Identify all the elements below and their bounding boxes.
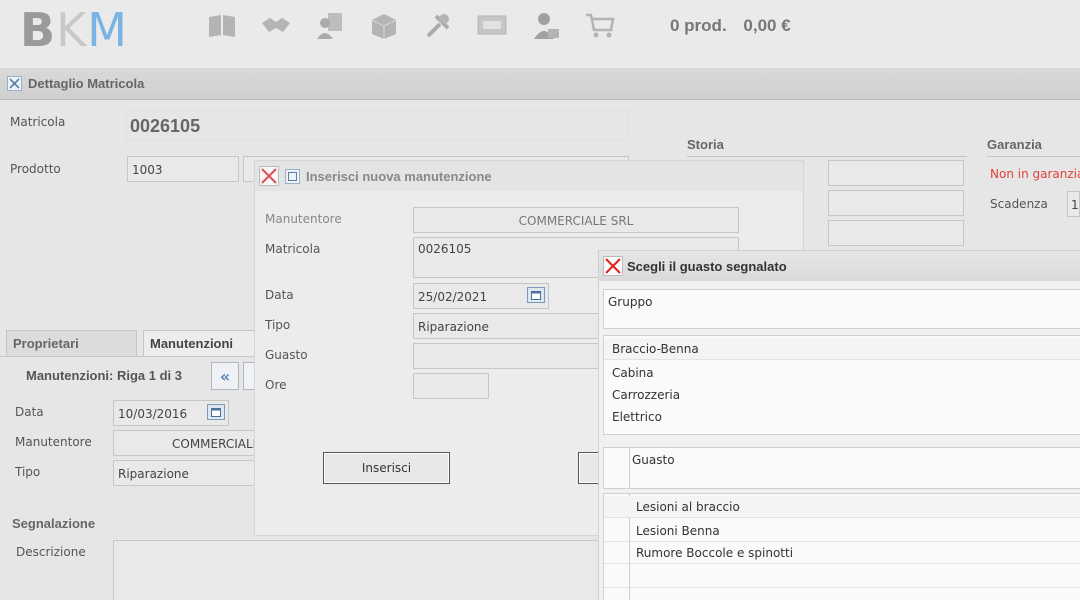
tipo-label: Tipo	[15, 465, 41, 479]
prodotto-label: Prodotto	[10, 162, 61, 176]
d-tipo-field[interactable]: Riparazione	[413, 313, 613, 339]
app-header: BKM 0 prod. 0,00 €	[0, 0, 1080, 68]
storia-field-3[interactable]	[828, 220, 964, 246]
new-maintenance-title: Inserisci nuova manutenzione	[306, 168, 492, 184]
tab-proprietari[interactable]: Proprietari	[6, 330, 137, 356]
cart-icon[interactable]	[584, 10, 616, 42]
tab-divider	[0, 356, 260, 357]
handshake-icon[interactable]	[260, 10, 292, 42]
matricola-label: Matricola	[10, 115, 66, 129]
guasto-item[interactable]: Rumore Boccole e spinotti	[604, 542, 1080, 564]
matricola-display	[126, 110, 628, 140]
close-icon[interactable]	[603, 256, 623, 276]
d-tipo-label: Tipo	[265, 318, 291, 332]
calendar-icon[interactable]	[527, 287, 545, 303]
guasto-list: Lesioni al braccio Lesioni Benna Rumore …	[603, 493, 1080, 600]
cart-summary[interactable]: 0 prod. 0,00 €	[670, 16, 803, 36]
cart-products: 0 prod.	[670, 16, 727, 35]
gruppo-header: Gruppo	[603, 289, 1080, 329]
d-guasto-label: Guasto	[265, 348, 308, 362]
guasto-item[interactable]: Lesioni al braccio	[604, 496, 1080, 518]
document-user-icon[interactable]	[314, 10, 346, 42]
calendar-icon[interactable]	[207, 404, 225, 420]
choose-fault-titlebar: Scegli il guasto segnalato	[599, 251, 1080, 281]
scadenza-label: Scadenza	[990, 197, 1048, 211]
d-manutentore-field[interactable]: COMMERCIALE SRL	[413, 207, 739, 233]
tipo-field[interactable]: Riparazione	[113, 460, 255, 486]
garanzia-status: Non in garanzia	[990, 167, 1080, 181]
choose-fault-title: Scegli il guasto segnalato	[627, 258, 787, 274]
book-icon[interactable]	[206, 10, 238, 42]
storia-title: Storia	[687, 137, 967, 157]
tab-manutenzioni[interactable]: Manutenzioni	[143, 330, 258, 356]
guasto-header: Guasto	[603, 447, 1080, 489]
scadenza-field[interactable]: 1	[1067, 191, 1080, 217]
monitor-icon[interactable]	[476, 10, 508, 42]
storia-field-1[interactable]	[828, 160, 964, 186]
descrizione-label: Descrizione	[16, 545, 86, 559]
guasto-item[interactable]: Lesioni Benna	[604, 520, 1080, 542]
user-briefcase-icon[interactable]	[530, 10, 562, 42]
maximize-icon[interactable]	[285, 168, 300, 184]
d-ore-label: Ore	[265, 378, 287, 392]
gruppo-item[interactable]: Carrozzeria	[604, 384, 1080, 406]
new-maintenance-titlebar: Inserisci nuova manutenzione	[255, 161, 803, 191]
matricola-value: 0026105	[130, 116, 201, 136]
tools-icon[interactable]	[422, 10, 454, 42]
choose-fault-dialog: Scegli il guasto segnalato Gruppo Bracci…	[598, 250, 1080, 600]
d-ore-field[interactable]	[413, 373, 489, 399]
guasto-label: Guasto	[632, 453, 675, 467]
gruppo-list: Braccio-Benna Cabina Carrozzeria Elettri…	[603, 335, 1080, 435]
d-matricola-label: Matricola	[265, 242, 321, 256]
garanzia-title: Garanzia	[987, 137, 1080, 157]
d-data-label: Data	[265, 288, 294, 302]
prodotto-field[interactable]: 1003	[127, 156, 239, 182]
first-record-button[interactable]: «	[211, 362, 239, 390]
segnalazione-title: Segnalazione	[12, 516, 96, 531]
insert-button[interactable]: Inserisci	[323, 452, 450, 484]
d-guasto-field[interactable]	[413, 343, 613, 369]
gruppo-label: Gruppo	[608, 295, 653, 309]
pager-label: Manutenzioni: Riga 1 di 3	[26, 368, 183, 383]
main-panel-title: Dettaglio Matricola	[28, 76, 145, 91]
close-icon[interactable]	[7, 76, 22, 91]
box-icon[interactable]	[368, 10, 400, 42]
cart-total: 0,00 €	[743, 16, 791, 35]
guasto-header-selector-col	[604, 448, 630, 488]
gruppo-item[interactable]: Cabina	[604, 362, 1080, 384]
storia-field-2[interactable]	[828, 190, 964, 216]
bkm-logo[interactable]: BKM	[20, 3, 128, 57]
descrizione-textarea[interactable]	[113, 540, 603, 600]
data-label: Data	[15, 405, 44, 419]
d-manutentore-label: Manutentore	[265, 212, 342, 226]
guasto-item-empty[interactable]	[604, 566, 1080, 588]
close-icon[interactable]	[259, 166, 279, 186]
gruppo-item[interactable]: Elettrico	[604, 406, 1080, 428]
main-nav	[206, 10, 616, 42]
manutentore-label: Manutentore	[15, 435, 92, 449]
manutentore-field[interactable]: COMMERCIALI	[113, 430, 256, 456]
main-panel-titlebar: Dettaglio Matricola	[0, 68, 1080, 100]
gruppo-item[interactable]: Braccio-Benna	[604, 338, 1080, 360]
